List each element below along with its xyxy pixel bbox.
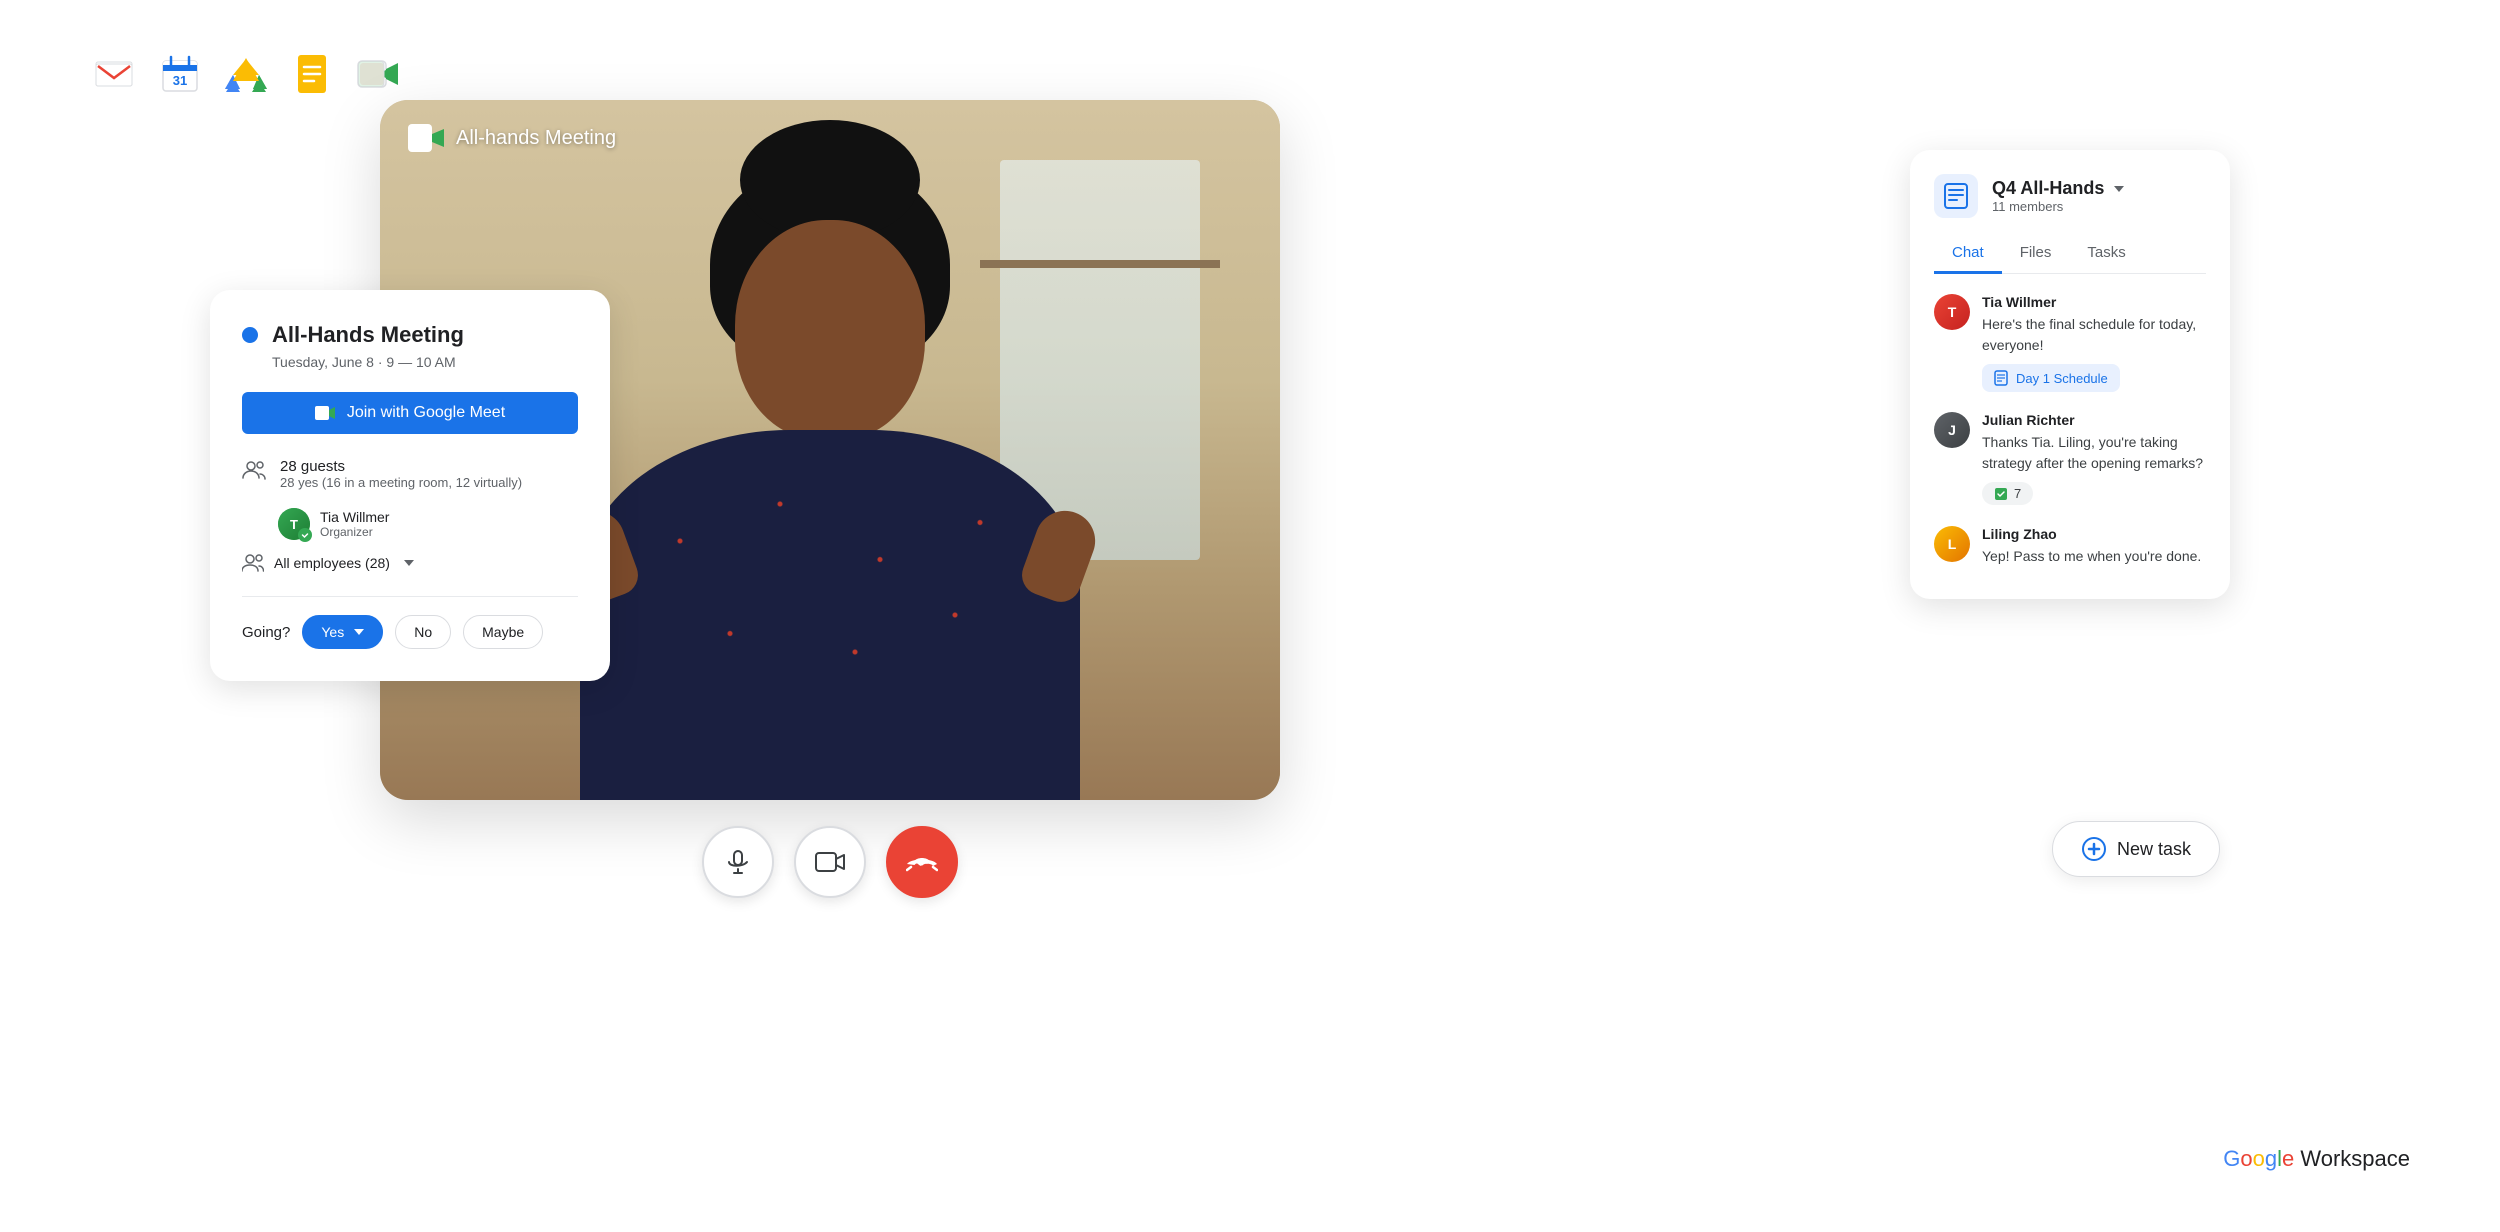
organizer-details: Tia Willmer Organizer	[320, 509, 389, 539]
julian-sender-name: Julian Richter	[1982, 412, 2206, 428]
guests-icon	[242, 460, 266, 480]
chat-panel-icon	[1934, 174, 1978, 218]
event-time: Tuesday, June 8 · 9 — 10 AM	[272, 354, 578, 370]
svg-text:31: 31	[173, 73, 187, 88]
tab-chat[interactable]: Chat	[1934, 234, 2002, 274]
liling-sender-name: Liling Zhao	[1982, 526, 2206, 542]
chat-tabs: Chat Files Tasks	[1934, 234, 2206, 274]
chat-title-block: Q4 All-Hands 11 members	[1992, 178, 2124, 214]
chat-messages: T Tia Willmer Here's the final schedule …	[1934, 294, 2206, 575]
organizer-avatar: T	[278, 508, 310, 540]
camera-button[interactable]	[794, 826, 866, 898]
video-controls	[380, 826, 1280, 898]
new-task-button[interactable]: New task	[2052, 821, 2220, 877]
calendar-icon[interactable]: 31	[156, 50, 204, 98]
event-title-row: All-Hands Meeting	[242, 322, 578, 348]
keep-icon[interactable]	[288, 50, 336, 98]
join-meet-button[interactable]: Join with Google Meet	[242, 392, 578, 434]
tia-sender-name: Tia Willmer	[1982, 294, 2206, 310]
person-body	[580, 430, 1080, 800]
chat-panel: Q4 All-Hands 11 members Chat Files Tasks…	[1910, 150, 2230, 599]
chat-header: Q4 All-Hands 11 members	[1934, 174, 2206, 218]
tab-tasks[interactable]: Tasks	[2069, 234, 2143, 274]
event-title: All-Hands Meeting	[272, 322, 464, 348]
all-employees-row[interactable]: All employees (28)	[242, 554, 578, 572]
shirt-pattern	[580, 430, 1080, 800]
end-call-button[interactable]	[886, 826, 958, 898]
tia-attachment[interactable]: Day 1 Schedule	[1982, 364, 2120, 392]
tab-files[interactable]: Files	[2002, 234, 2070, 274]
yes-button[interactable]: Yes	[302, 615, 383, 649]
calendar-event-card: All-Hands Meeting Tuesday, June 8 · 9 — …	[210, 290, 610, 681]
tia-message-content: Tia Willmer Here's the final schedule fo…	[1982, 294, 2206, 392]
going-row: Going? Yes No Maybe	[242, 596, 578, 649]
chat-title[interactable]: Q4 All-Hands	[1992, 178, 2124, 199]
all-employees-chevron[interactable]	[404, 560, 414, 566]
all-employees-label: All employees (28)	[274, 555, 390, 571]
workspace-brand: Google Workspace	[2223, 1146, 2410, 1172]
liling-avatar: L	[1934, 526, 1970, 562]
organizer-name: Tia Willmer	[320, 509, 389, 525]
chat-members-count: 11 members	[1992, 199, 2124, 214]
organizer-role: Organizer	[320, 525, 389, 539]
julian-reaction[interactable]: 7	[1982, 482, 2033, 505]
maybe-button[interactable]: Maybe	[463, 615, 543, 649]
drive-icon[interactable]	[222, 50, 270, 98]
yes-chevron[interactable]	[354, 629, 364, 635]
julian-message-text: Thanks Tia. Liling, you're taking strate…	[1982, 432, 2206, 474]
no-button[interactable]: No	[395, 615, 451, 649]
organizer-row: T Tia Willmer Organizer	[278, 508, 578, 540]
meet-call-label: All-hands Meeting	[408, 124, 616, 152]
meet-appbar-icon[interactable]	[354, 50, 402, 98]
liling-message-text: Yep! Pass to me when you're done.	[1982, 546, 2206, 567]
guests-count: 28 guests	[280, 458, 578, 475]
guests-detail: 28 yes (16 in a meeting room, 12 virtual…	[280, 475, 578, 490]
tia-message-text: Here's the final schedule for today, eve…	[1982, 314, 2206, 356]
event-color-dot	[242, 327, 258, 343]
message-liling: L Liling Zhao Yep! Pass to me when you'r…	[1934, 526, 2206, 575]
gmail-icon[interactable]	[90, 50, 138, 98]
julian-message-content: Julian Richter Thanks Tia. Liling, you'r…	[1982, 412, 2206, 506]
going-label: Going?	[242, 624, 290, 641]
liling-message-content: Liling Zhao Yep! Pass to me when you're …	[1982, 526, 2206, 575]
person-face	[735, 220, 925, 440]
app-bar: 31	[90, 50, 402, 98]
guests-row: 28 guests 28 yes (16 in a meeting room, …	[242, 458, 578, 490]
message-tia: T Tia Willmer Here's the final schedule …	[1934, 294, 2206, 392]
organizer-check	[298, 528, 312, 542]
message-julian: J Julian Richter Thanks Tia. Liling, you…	[1934, 412, 2206, 506]
julian-avatar: J	[1934, 412, 1970, 448]
chat-title-chevron[interactable]	[2114, 186, 2124, 192]
mic-button[interactable]	[702, 826, 774, 898]
tia-avatar: T	[1934, 294, 1970, 330]
guests-info: 28 guests 28 yes (16 in a meeting room, …	[280, 458, 578, 490]
